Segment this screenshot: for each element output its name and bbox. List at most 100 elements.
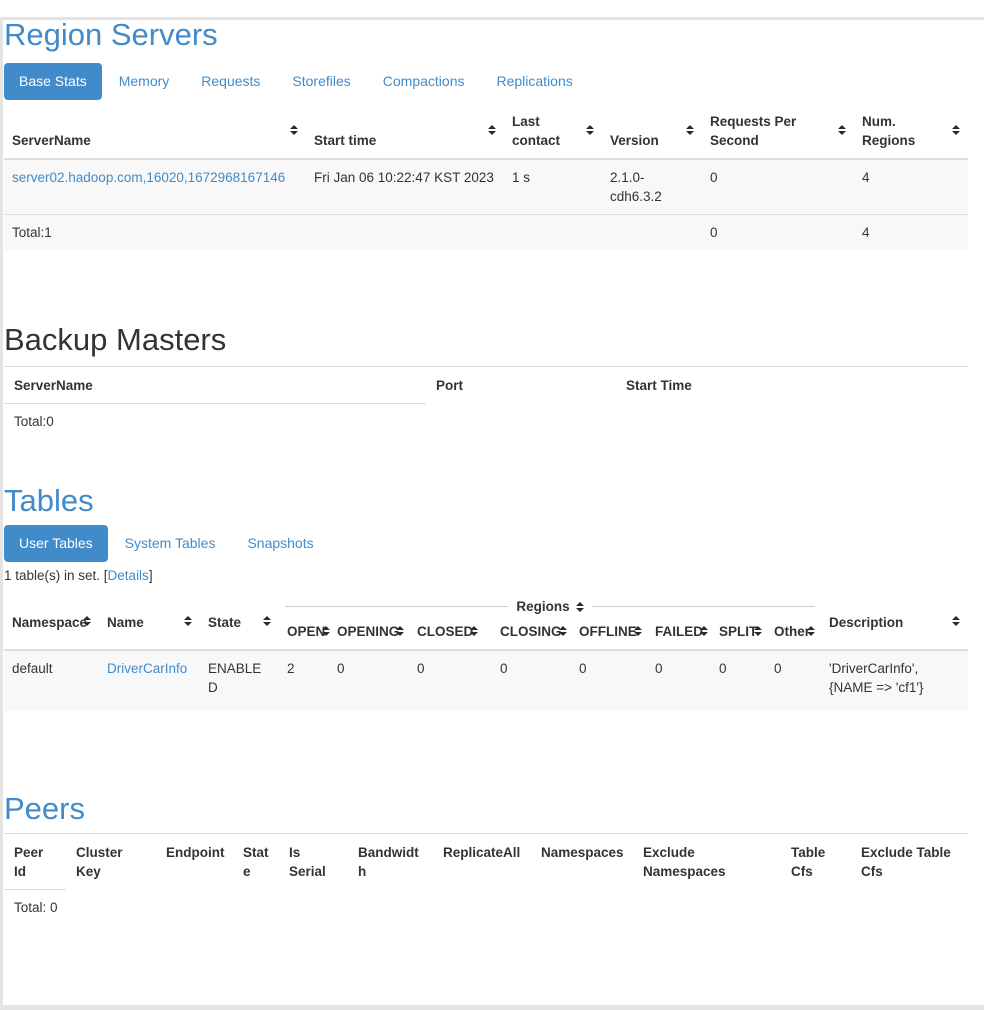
col-group-regions[interactable]: Regions xyxy=(279,595,821,618)
col-bandwidth: Bandwidth xyxy=(358,845,419,879)
col-description[interactable]: Description xyxy=(821,595,969,651)
col-cluster-key: Cluster Key xyxy=(76,845,123,879)
sort-icon[interactable] xyxy=(952,125,960,135)
col-split[interactable]: SPLIT xyxy=(711,618,766,651)
backup-masters-heading: Backup Masters xyxy=(4,322,227,357)
col-exclude-namespaces: Exclude Namespaces xyxy=(643,845,726,879)
sort-icon[interactable] xyxy=(575,601,584,612)
col-closed[interactable]: CLOSED xyxy=(409,618,492,651)
tab-storefiles[interactable]: Storefiles xyxy=(277,63,365,100)
window-edge-bottom xyxy=(0,1005,984,1010)
peers-table: Peer Id Cluster Key Endpoint State Is Se… xyxy=(4,833,968,925)
col-is-serial: Is Serial xyxy=(289,845,326,879)
col-servername: ServerName xyxy=(14,378,93,393)
col-servername[interactable]: ServerName xyxy=(4,104,306,160)
sort-icon[interactable] xyxy=(700,626,709,637)
tab-requests[interactable]: Requests xyxy=(186,63,275,100)
region-server-link[interactable]: server02.hadoop.com,16020,1672968167146 xyxy=(12,170,285,185)
cell-requests-per-second: 0 xyxy=(702,158,854,215)
col-failed[interactable]: FAILED xyxy=(647,618,711,651)
col-exclude-table-cfs: Exclude Table Cfs xyxy=(861,845,951,879)
region-servers-heading: Region Servers xyxy=(4,17,218,52)
col-endpoint: Endpoint xyxy=(166,845,225,860)
window-edge-left xyxy=(0,17,3,1010)
cell-failed: 0 xyxy=(647,649,711,711)
table-row: server02.hadoop.com,16020,1672968167146 … xyxy=(4,158,968,215)
col-start-time[interactable]: Start time xyxy=(306,104,504,160)
user-tables-group-header-row: Namespace Name State Regions Description xyxy=(4,595,969,651)
sort-icon[interactable] xyxy=(290,125,298,135)
tab-system-tables[interactable]: System Tables xyxy=(110,525,231,562)
col-namespace[interactable]: Namespace xyxy=(4,595,99,651)
sort-icon[interactable] xyxy=(586,125,594,135)
col-opening[interactable]: OPENING xyxy=(329,618,409,651)
hbase-master-status-page: { "colors": { "accent": "#428bca", "head… xyxy=(0,17,984,1010)
cell-last-contact: 1 s xyxy=(504,158,602,215)
col-table-cfs: Table Cfs xyxy=(791,845,826,879)
sort-icon[interactable] xyxy=(396,626,405,637)
cell-total-label: Total:1 xyxy=(4,214,306,250)
backup-masters-section: Backup Masters ServerName Port Start Tim… xyxy=(4,322,968,439)
total-row: Total:0 xyxy=(4,403,968,439)
cell-num-regions: 4 xyxy=(854,158,968,215)
tables-tabs: User Tables System Tables Snapshots xyxy=(4,525,968,562)
peers-heading: Peers xyxy=(4,791,85,826)
cell-split: 0 xyxy=(711,649,766,711)
region-servers-header-row: ServerName Start time Last contact Versi… xyxy=(4,104,968,160)
tab-snapshots[interactable]: Snapshots xyxy=(232,525,328,562)
sort-icon[interactable] xyxy=(952,616,961,626)
sort-icon[interactable] xyxy=(263,616,271,626)
cell-total-rps: 0 xyxy=(702,214,854,250)
col-last-contact[interactable]: Last contact xyxy=(504,104,602,160)
col-peer-id: Peer Id xyxy=(14,845,44,879)
peers-section: Peers Peer Id Cluster Key Endpoint State… xyxy=(4,791,968,925)
col-offline[interactable]: OFFLINE xyxy=(571,618,647,651)
cell-total-regions: 4 xyxy=(854,214,968,250)
col-port: Port xyxy=(436,378,463,393)
tab-base-stats[interactable]: Base Stats xyxy=(4,63,102,100)
sort-icon[interactable] xyxy=(807,626,816,637)
tab-user-tables[interactable]: User Tables xyxy=(4,525,108,562)
col-name[interactable]: Name xyxy=(99,595,200,651)
cell-state: ENABLED xyxy=(200,649,279,711)
col-num-regions[interactable]: Num. Regions xyxy=(854,104,968,160)
cell-start-time: Fri Jan 06 10:22:47 KST 2023 xyxy=(306,158,504,215)
cell-version: 2.1.0-cdh6.3.2 xyxy=(602,158,702,215)
col-version[interactable]: Version xyxy=(602,104,702,160)
col-other[interactable]: Other xyxy=(766,618,822,651)
sort-icon[interactable] xyxy=(470,626,479,637)
sort-icon[interactable] xyxy=(184,616,192,626)
sort-icon[interactable] xyxy=(558,626,567,637)
tables-summary: 1 table(s) in set. [Details] xyxy=(4,568,153,583)
backup-masters-header-row: ServerName Port Start Time xyxy=(4,367,968,404)
sort-icon[interactable] xyxy=(488,125,496,135)
col-open[interactable]: OPEN xyxy=(279,618,331,651)
tab-replications[interactable]: Replications xyxy=(481,63,587,100)
table-row: default DriverCarInfo ENABLED 2 0 0 0 0 … xyxy=(4,649,969,711)
region-servers-section: Region Servers Base Stats Memory Request… xyxy=(4,17,968,250)
cell-closed: 0 xyxy=(409,649,492,711)
window-edge-top xyxy=(0,17,984,20)
sort-icon[interactable] xyxy=(83,616,91,626)
col-start-time: Start Time xyxy=(626,378,692,393)
sort-icon[interactable] xyxy=(322,626,331,637)
tab-compactions[interactable]: Compactions xyxy=(368,63,480,100)
sort-icon[interactable] xyxy=(633,626,642,637)
region-servers-tabs: Base Stats Memory Requests Storefiles Co… xyxy=(4,63,968,100)
col-namespaces: Namespaces xyxy=(541,845,624,860)
sort-icon[interactable] xyxy=(838,125,846,135)
col-closing[interactable]: CLOSING xyxy=(492,618,571,651)
table-link[interactable]: DriverCarInfo xyxy=(107,661,187,676)
col-state[interactable]: State xyxy=(200,595,279,651)
cell-opening: 0 xyxy=(329,649,409,711)
col-requests-per-second[interactable]: Requests Per Second xyxy=(702,104,854,160)
details-link[interactable]: Details xyxy=(108,568,149,583)
tables-section: Tables User Tables System Tables Snapsho… xyxy=(4,483,969,711)
sort-icon[interactable] xyxy=(754,626,763,637)
tab-memory[interactable]: Memory xyxy=(104,63,185,100)
sort-icon[interactable] xyxy=(686,125,694,135)
cell-open: 2 xyxy=(279,649,329,711)
backup-masters-table: ServerName Port Start Time Total:0 xyxy=(4,366,968,439)
col-replicate-all: ReplicateAll xyxy=(443,845,521,860)
cell-closing: 0 xyxy=(492,649,571,711)
